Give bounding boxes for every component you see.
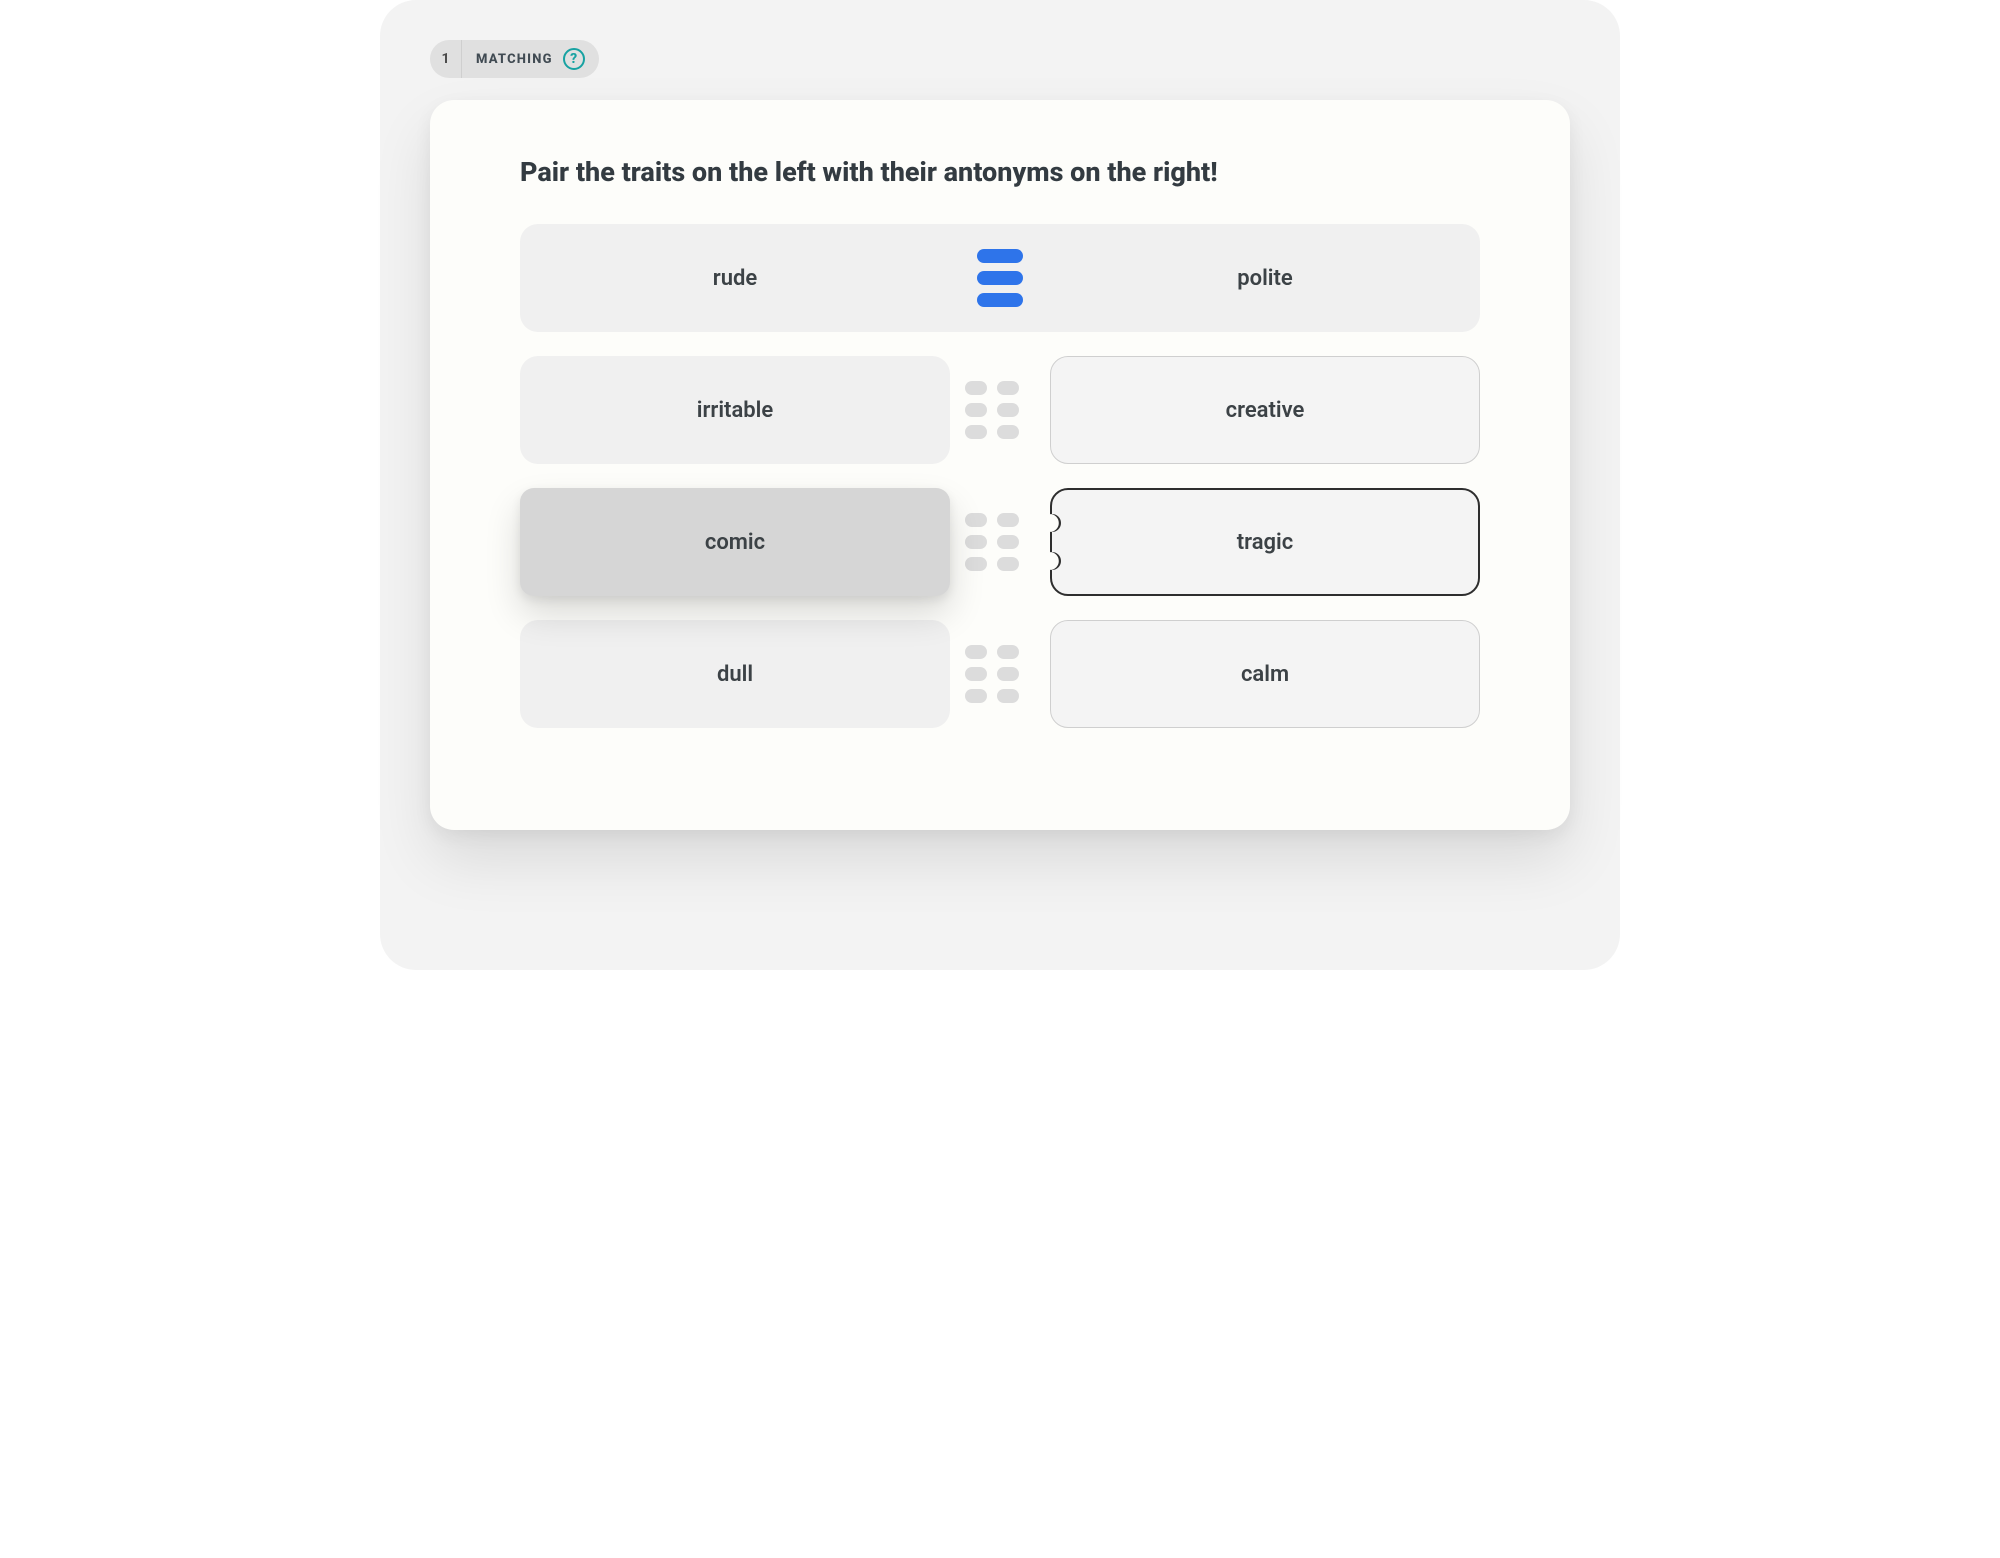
match-row: comic tragic xyxy=(520,488,1480,596)
left-tile[interactable]: comic xyxy=(520,488,950,596)
question-prompt: Pair the traits on the left with their a… xyxy=(520,156,1480,188)
question-card: Pair the traits on the left with their a… xyxy=(430,100,1570,830)
match-row: rude polite xyxy=(520,224,1480,332)
connector-icon xyxy=(965,645,1035,703)
tile-label: calm xyxy=(1241,662,1289,687)
question-header: 1 MATCHING ? xyxy=(430,40,599,78)
match-row: irritable creative xyxy=(520,356,1480,464)
matching-rows: rude polite irritable cre xyxy=(520,224,1480,728)
tile-label: dull xyxy=(717,662,753,687)
help-icon[interactable]: ? xyxy=(563,48,585,70)
connector-icon xyxy=(965,249,1035,307)
tile-label: tragic xyxy=(1237,530,1293,555)
left-tile[interactable]: irritable xyxy=(520,356,950,464)
tile-label: polite xyxy=(1237,266,1292,291)
tile-label: creative xyxy=(1226,398,1305,423)
connector-icon xyxy=(965,513,1035,571)
left-tile[interactable]: rude xyxy=(520,224,950,332)
question-type-label: MATCHING xyxy=(462,52,563,67)
right-tile[interactable]: polite xyxy=(1050,224,1480,332)
right-tile[interactable]: creative xyxy=(1050,356,1480,464)
right-tile[interactable]: tragic xyxy=(1050,488,1480,596)
right-tile[interactable]: calm xyxy=(1050,620,1480,728)
connector-icon xyxy=(965,381,1035,439)
match-row: dull calm xyxy=(520,620,1480,728)
question-number: 1 xyxy=(430,40,462,78)
tile-label: comic xyxy=(705,530,765,555)
tile-label: irritable xyxy=(697,398,773,423)
left-tile[interactable]: dull xyxy=(520,620,950,728)
app-frame: 1 MATCHING ? Pair the traits on the left… xyxy=(380,0,1620,970)
tile-label: rude xyxy=(713,266,757,291)
